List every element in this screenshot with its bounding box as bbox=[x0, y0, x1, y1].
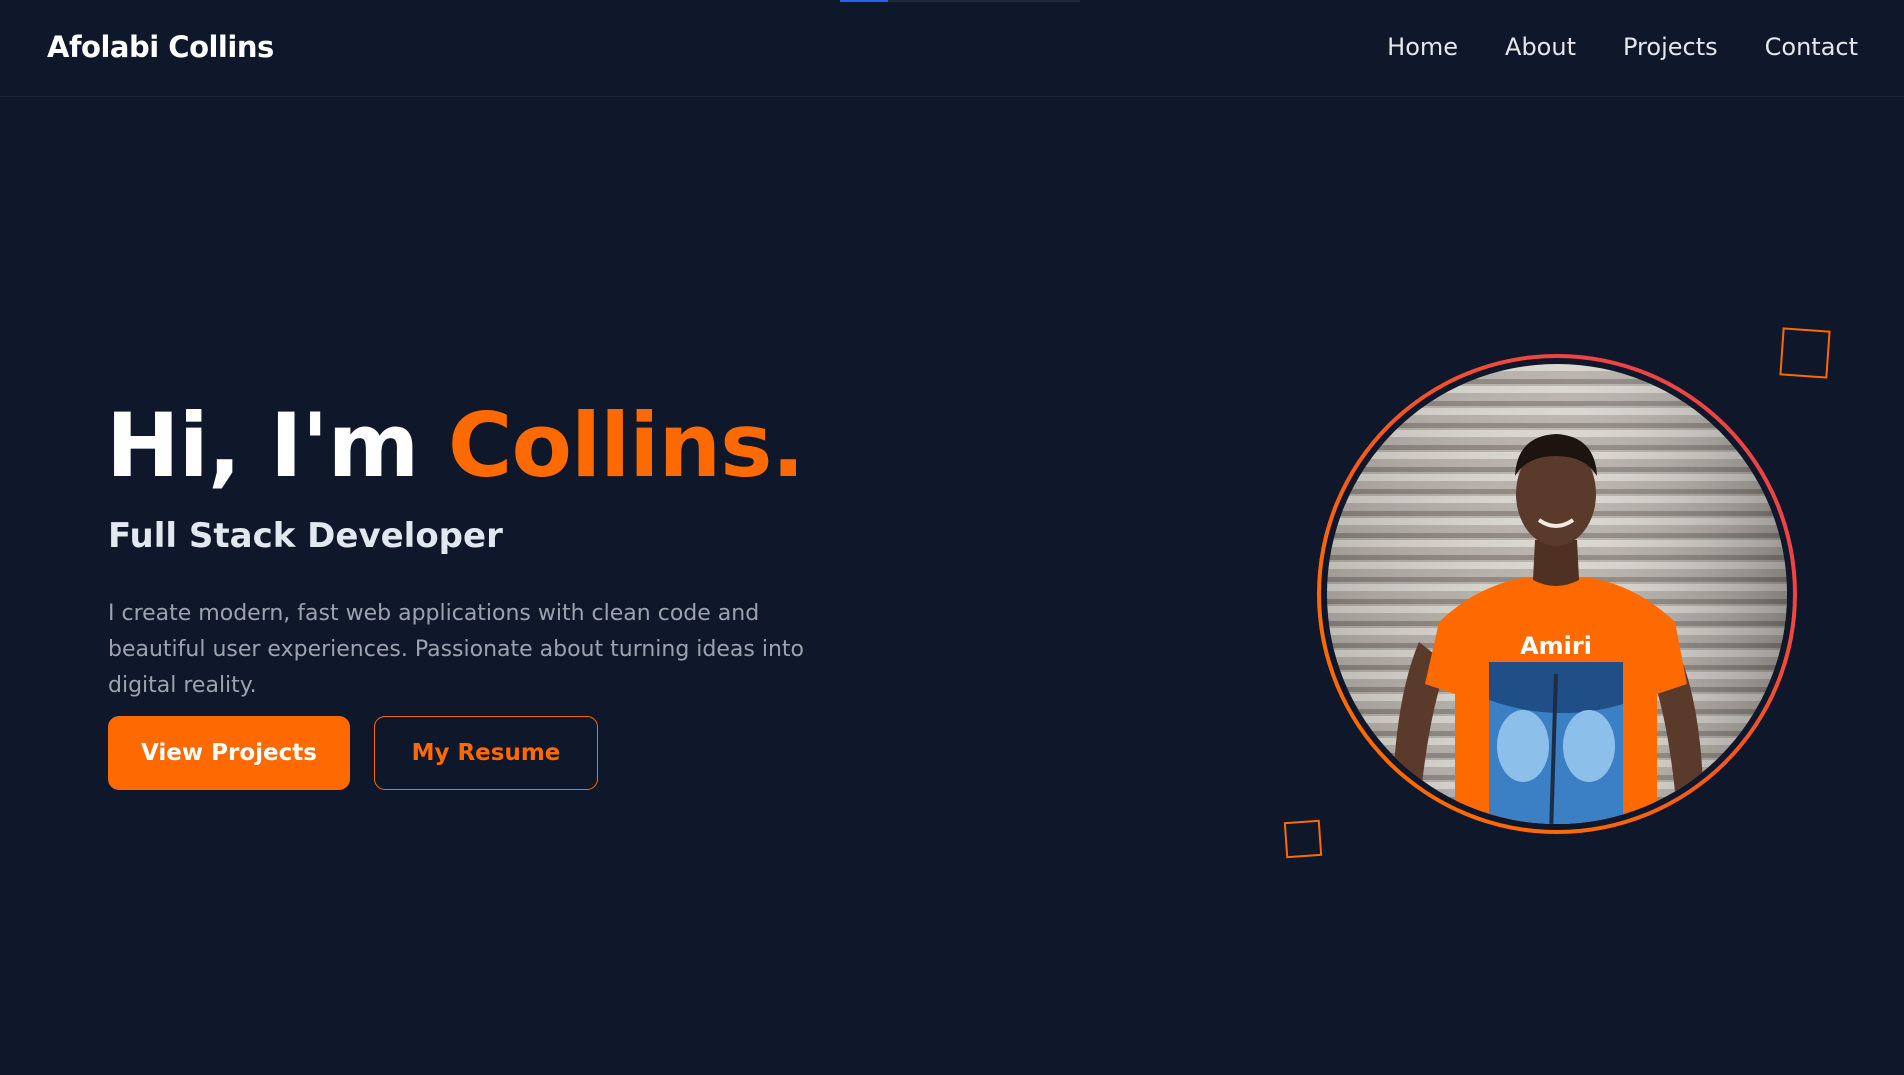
navbar: Afolabi Collins Home About Projects Cont… bbox=[0, 0, 1904, 97]
nav-links: Home About Projects Contact bbox=[1387, 33, 1858, 61]
nav-link-contact[interactable]: Contact bbox=[1765, 33, 1858, 61]
avatar: Amiri bbox=[1327, 364, 1787, 824]
nav-link-projects[interactable]: Projects bbox=[1623, 33, 1718, 61]
hero-description: I create modern, fast web applications w… bbox=[108, 601, 804, 698]
my-resume-button[interactable]: My Resume bbox=[374, 716, 598, 790]
brand-logo[interactable]: Afolabi Collins bbox=[47, 30, 274, 64]
hero-greeting: Hi, I'm bbox=[106, 394, 419, 497]
view-projects-button[interactable]: View Projects bbox=[108, 716, 350, 790]
decorative-square-top bbox=[1779, 327, 1831, 379]
shirt-print-text: Amiri bbox=[1520, 632, 1592, 660]
hero-subtitle: Full Stack Developer bbox=[108, 516, 503, 556]
page: Afolabi Collins Home About Projects Cont… bbox=[0, 0, 1904, 1075]
nav-link-about[interactable]: About bbox=[1505, 33, 1576, 61]
nav-link-home[interactable]: Home bbox=[1387, 33, 1458, 61]
avatar-frame: Amiri bbox=[1321, 358, 1793, 830]
avatar-ring: Amiri bbox=[1317, 354, 1797, 834]
hero-title: Hi, I'm Collins. bbox=[106, 399, 805, 492]
hero-name: Collins. bbox=[447, 394, 805, 497]
decorative-square-bottom bbox=[1283, 819, 1323, 859]
